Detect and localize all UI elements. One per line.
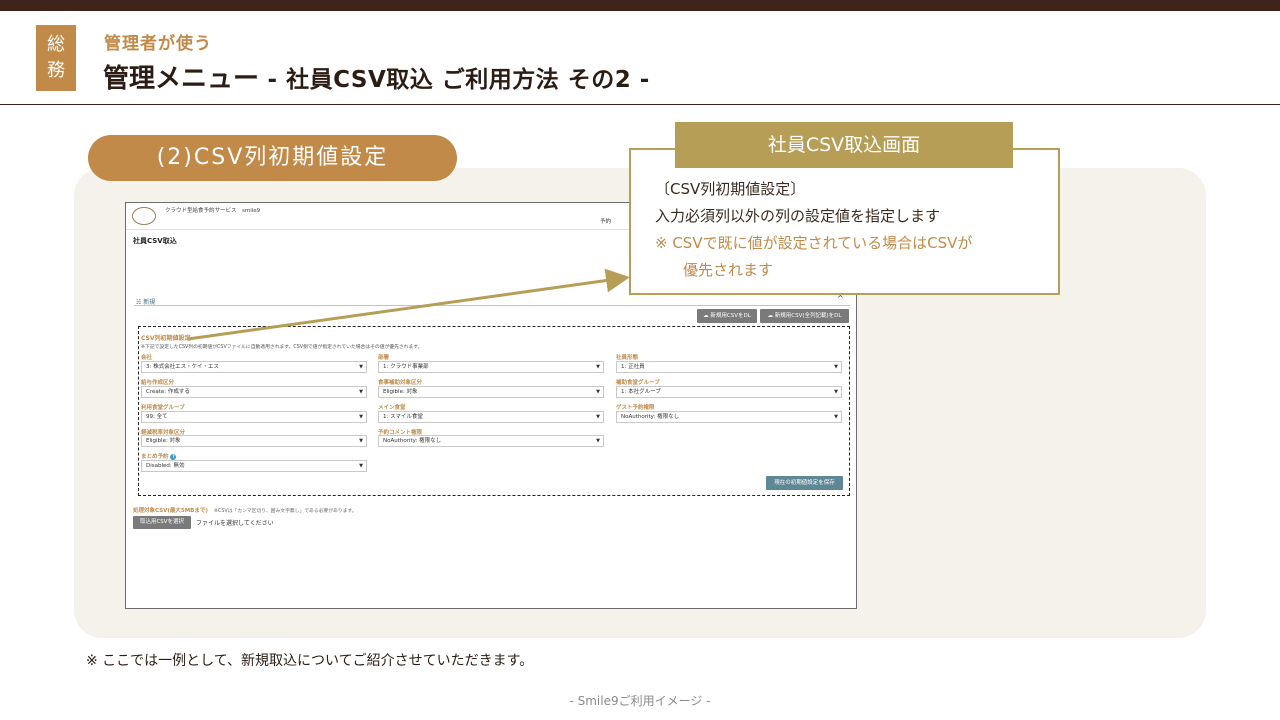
chevron-down-icon: ▼: [359, 463, 363, 469]
field-label-payroll: 給与作成区分: [141, 380, 175, 386]
chevron-down-icon: ▼: [359, 389, 363, 395]
select-reduced-tax-value: Eligible: 対象: [146, 438, 181, 444]
select-reduced-tax[interactable]: Eligible: 対象 ▼: [141, 435, 367, 447]
page-title-rest: - 社員CSV取込 ご利用方法 その2 -: [259, 67, 650, 93]
select-csv-file-button[interactable]: 取込用CSVを選択: [133, 516, 191, 529]
page-subtitle: 管理者が使う: [104, 34, 212, 54]
collapse-caret-icon[interactable]: ^: [837, 294, 844, 303]
field-label-subsidy-group: 補助食堂グループ: [616, 380, 660, 386]
csv-init-title: CSV列初期値設定: [141, 335, 191, 342]
select-subsidy-group-value: 1: 本社グループ: [621, 389, 661, 395]
select-payroll[interactable]: Create: 作成する ▼: [141, 386, 367, 398]
chevron-down-icon: ▼: [596, 364, 600, 370]
select-cafeteria-group[interactable]: 99: 全て ▼: [141, 411, 367, 423]
chevron-down-icon: ▼: [834, 389, 838, 395]
select-employment-type-value: 1: 正社員: [621, 364, 645, 370]
callout-line-3: ※ CSVで既に値が設定されている場合はCSVが: [655, 234, 973, 252]
field-label-company: 会社: [141, 355, 153, 361]
service-logo-icon: [132, 207, 156, 225]
target-csv-label: 処理対象CSV(最大5MBまで): [133, 508, 208, 514]
field-label-bulk-reservation: まとめ予約 ?: [141, 452, 177, 460]
download-full-csv-button[interactable]: ☁ 新規用CSV(全列記載)をDL: [760, 309, 849, 323]
field-label-department: 部署: [378, 355, 390, 361]
screen-title: 社員CSV取込: [133, 237, 177, 245]
select-main-cafeteria[interactable]: 1: スマイル食堂 ▼: [378, 411, 604, 423]
select-company-value: 3: 株式会社エス・ケイ・エス: [146, 364, 219, 370]
select-employment-type[interactable]: 1: 正社員 ▼: [616, 361, 842, 373]
select-meal-subsidy-value: Eligible: 対象: [383, 389, 418, 395]
select-cafeteria-group-value: 99: 全て: [146, 414, 168, 420]
callout-line-4: 優先されます: [683, 261, 774, 279]
chevron-down-icon: ▼: [834, 414, 838, 420]
target-csv-note: ※CSVは「カンマ区切り、囲み文字無し」である必要があります。: [214, 509, 357, 514]
select-bulk-reservation[interactable]: Disabled: 無効 ▼: [141, 460, 367, 472]
select-department[interactable]: 1: クラウド事業部 ▼: [378, 361, 604, 373]
section-divider: [134, 305, 850, 306]
menu-item-reservation[interactable]: 予約: [600, 217, 611, 225]
field-label-meal-subsidy: 食事補助対象区分: [378, 380, 423, 386]
field-label-cafeteria-group: 利用食堂グループ: [141, 405, 185, 411]
select-comment-authority-value: NoAuthority: 権限なし: [383, 438, 442, 444]
save-init-settings-button[interactable]: 現在の初期値設定を保存: [766, 476, 843, 490]
select-payroll-value: Create: 作成する: [146, 389, 190, 395]
page-footer: - Smile9ご利用イメージ -: [569, 694, 711, 708]
section-pill: (2)CSV列初期値設定: [88, 135, 457, 181]
select-department-value: 1: クラウド事業部: [383, 364, 429, 370]
field-label-guest-authority: ゲスト予約権限: [616, 405, 655, 411]
dept-char-2: 務: [47, 60, 65, 81]
top-bar: [0, 0, 1280, 11]
download-new-csv-label: 新規用CSVをDL: [710, 313, 751, 319]
select-guest-authority-value: NoAuthority: 権限なし: [621, 414, 680, 420]
select-bulk-reservation-value: Disabled: 無効: [146, 463, 185, 469]
chevron-down-icon: ▼: [359, 364, 363, 370]
select-company[interactable]: 3: 株式会社エス・ケイ・エス ▼: [141, 361, 367, 373]
select-comment-authority[interactable]: NoAuthority: 権限なし ▼: [378, 435, 604, 447]
file-placeholder: ファイルを選択してください: [196, 520, 274, 527]
chevron-down-icon: ▼: [596, 438, 600, 444]
select-subsidy-group[interactable]: 1: 本社グループ ▼: [616, 386, 842, 398]
csv-init-note: ※下記で設定したCSV列の初期値がCSVファイルに自動適用されます。CSV側で値…: [141, 345, 423, 350]
footnote: ※ ここでは一例として、新規取込についてご紹介させていただきます。: [86, 653, 534, 669]
chevron-down-icon: ▼: [359, 438, 363, 444]
header-divider: [0, 104, 1280, 105]
callout-title: 社員CSV取込画面: [675, 122, 1013, 168]
chevron-down-icon: ▼: [359, 414, 363, 420]
select-meal-subsidy[interactable]: Eligible: 対象 ▼: [378, 386, 604, 398]
dept-char-1: 総: [47, 34, 65, 55]
chevron-down-icon: ▼: [596, 389, 600, 395]
callout-line-1: 〔CSV列初期値設定〕: [655, 180, 806, 198]
field-label-main-cafeteria: メイン食堂: [378, 405, 406, 411]
download-full-csv-label: 新規用CSV(全列記載)をDL: [774, 313, 842, 319]
page-title: 管理メニュー - 社員CSV取込 ご利用方法 その2 -: [103, 58, 650, 95]
select-guest-authority[interactable]: NoAuthority: 権限なし ▼: [616, 411, 842, 423]
page-title-main: 管理メニュー: [103, 64, 260, 94]
chevron-down-icon: ▼: [834, 364, 838, 370]
dept-badge: 総 務: [36, 25, 76, 91]
chevron-down-icon: ▼: [596, 414, 600, 420]
download-icon: ☁: [767, 313, 775, 319]
service-name: クラウド型給食予約サービス smile9: [165, 208, 261, 214]
field-label-employment-type: 社員形態: [616, 355, 639, 361]
select-main-cafeteria-value: 1: スマイル食堂: [383, 414, 423, 420]
download-new-csv-button[interactable]: ☁ 新規用CSVをDL: [697, 309, 757, 323]
callout-line-2: 入力必須列以外の列の設定値を指定します: [655, 207, 941, 225]
